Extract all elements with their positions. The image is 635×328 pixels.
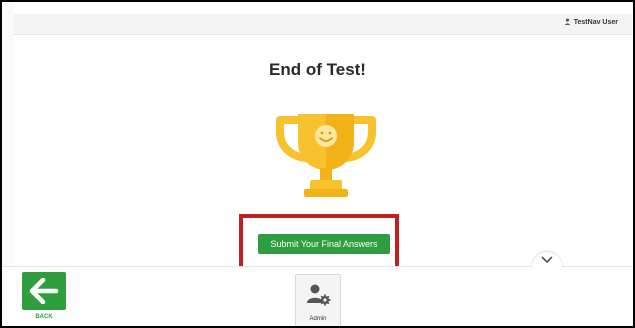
top-bar: TestNav User bbox=[14, 14, 632, 35]
user-menu[interactable]: TestNav User bbox=[564, 18, 618, 27]
admin-label: Admin bbox=[309, 316, 327, 322]
back-arrow-icon bbox=[29, 278, 59, 304]
chevron-down-icon bbox=[541, 256, 553, 264]
app-frame: TestNav User End of Test! Submit Your Fi… bbox=[0, 0, 635, 328]
collapse-footer-toggle[interactable] bbox=[532, 252, 562, 268]
admin-button[interactable]: Admin bbox=[295, 274, 341, 326]
back-button[interactable] bbox=[22, 272, 66, 310]
user-name: TestNav User bbox=[573, 19, 618, 26]
back-label: BACK bbox=[35, 314, 53, 320]
admin-gear-icon bbox=[307, 284, 331, 306]
submit-final-answers-button[interactable]: Submit Your Final Answers bbox=[258, 234, 390, 254]
trophy-icon bbox=[276, 114, 376, 197]
user-icon bbox=[564, 18, 571, 27]
page-title: End of Test! bbox=[269, 60, 366, 79]
